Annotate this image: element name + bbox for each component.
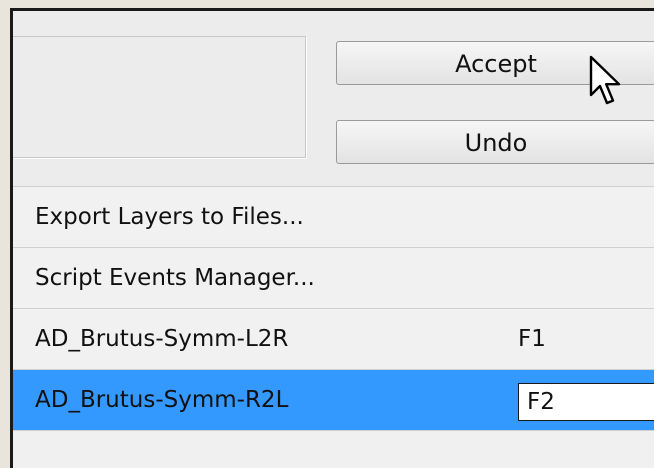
command-label: AD_Brutus-Symm-R2L <box>35 387 289 413</box>
command-label: Export Layers to Files... <box>35 204 304 230</box>
arrow-cursor-icon <box>589 55 621 105</box>
list-item[interactable]: Export Layers to Files... <box>13 187 654 248</box>
list-item-selected[interactable]: AD_Brutus-Symm-R2L <box>13 370 654 431</box>
group-box <box>13 36 306 158</box>
list-item[interactable]: AD_Brutus-Symm-L2R F1 <box>13 309 654 370</box>
command-label: Script Events Manager... <box>35 265 315 291</box>
dialog-top-panel: Accept Undo <box>13 11 654 186</box>
undo-button[interactable]: Undo <box>336 120 654 164</box>
command-label: AD_Brutus-Symm-L2R <box>35 326 289 352</box>
shortcut-label: F1 <box>518 326 546 352</box>
shortcut-input[interactable] <box>518 383 654 421</box>
keyboard-shortcuts-dialog: Accept Undo Export Layers to Files... Sc… <box>10 8 654 468</box>
command-list: Export Layers to Files... Script Events … <box>13 186 654 431</box>
list-item[interactable]: Script Events Manager... <box>13 248 654 309</box>
